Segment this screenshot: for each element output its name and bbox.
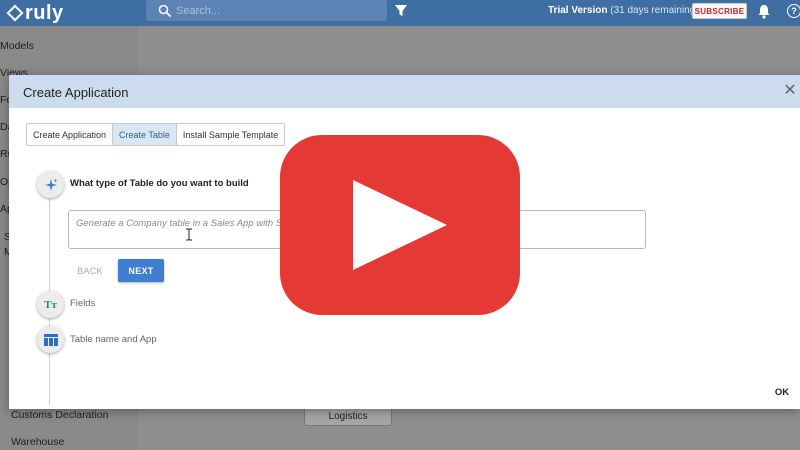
dialog-title: Create Application — [23, 85, 129, 100]
step-3-label: Table name and App — [70, 334, 157, 345]
table-icon — [43, 333, 58, 346]
tab-create-application[interactable]: Create Application — [27, 124, 114, 145]
trial-status: Trial Version (31 days remaining) — [548, 5, 699, 16]
step-2-label: Fields — [70, 298, 96, 309]
step-3-circle — [37, 326, 64, 353]
app-name: ruly — [25, 1, 64, 24]
logistics-tab[interactable]: Logistics — [304, 406, 392, 426]
search-icon — [158, 4, 172, 18]
search-box[interactable] — [146, 0, 387, 21]
trial-label: Trial Version — [548, 5, 608, 16]
sidebar-item-customs-declaration[interactable]: Customs Declaration — [11, 409, 108, 421]
top-bar: ruly Trial Version (31 days remaining) S… — [0, 0, 800, 26]
ok-button[interactable]: OK — [767, 382, 797, 402]
sparkle-icon — [44, 178, 57, 191]
app-logo[interactable]: ruly — [6, 1, 64, 24]
text-cursor-icon — [186, 228, 192, 241]
help-icon[interactable]: ? — [787, 4, 800, 18]
step-1-label: What type of Table do you want to build — [70, 178, 249, 189]
sidebar-item-models[interactable]: Models — [0, 40, 34, 52]
subscribe-button[interactable]: SUBSCRIBE — [692, 3, 747, 19]
close-icon[interactable]: ✕ — [782, 83, 798, 99]
dialog-tabs: Create Application Create Table Install … — [26, 123, 286, 146]
back-button[interactable]: BACK — [73, 260, 107, 282]
play-icon — [353, 180, 447, 270]
trial-remaining: (31 days remaining) — [610, 5, 699, 16]
sidebar-item-warehouse[interactable]: Warehouse — [11, 436, 64, 448]
search-input[interactable] — [176, 2, 376, 19]
tab-install-sample-template[interactable]: Install Sample Template — [177, 124, 284, 145]
next-button[interactable]: NEXT — [118, 259, 164, 282]
filter-icon[interactable] — [394, 4, 408, 18]
tab-create-table[interactable]: Create Table — [113, 124, 177, 145]
step-2-circle: Tт — [37, 291, 64, 318]
step-1-circle — [37, 171, 64, 198]
logo-diamond-icon — [6, 4, 24, 22]
dialog-header: Create Application ✕ — [9, 75, 800, 108]
text-fields-icon: Tт — [44, 298, 57, 311]
bell-icon[interactable] — [757, 4, 771, 19]
